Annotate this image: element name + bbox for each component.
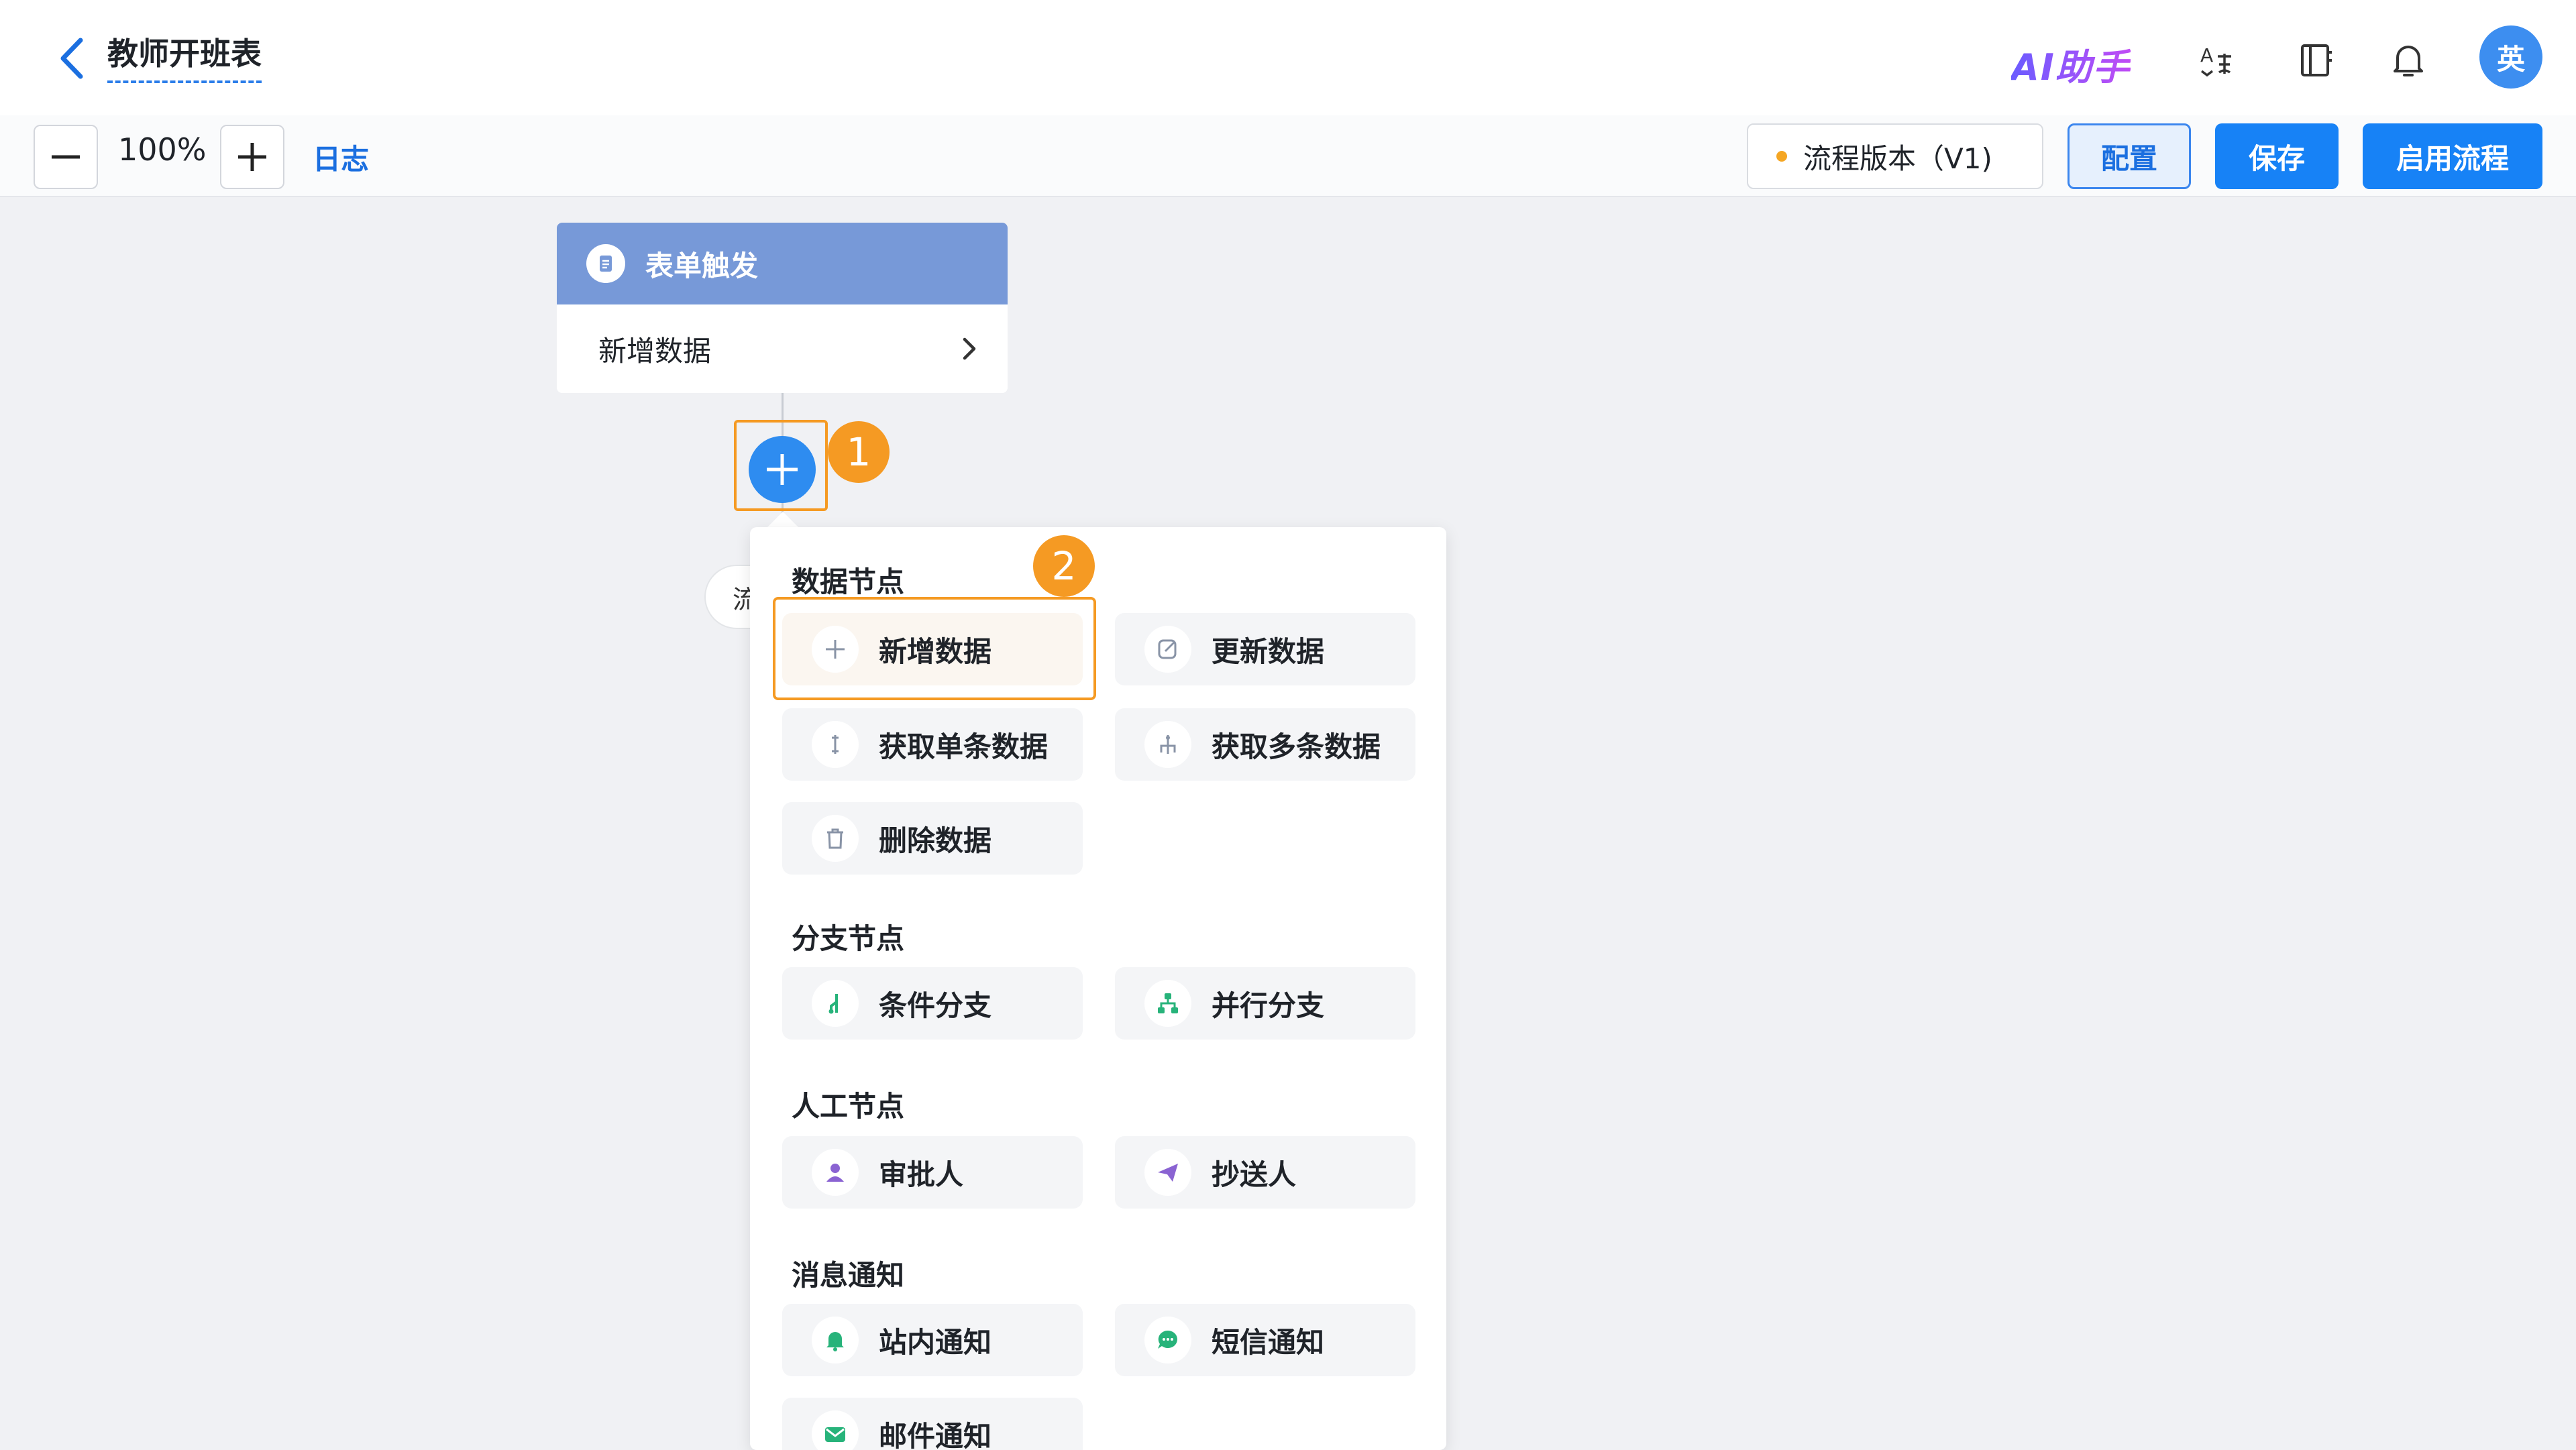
parallel-branch-icon (1144, 980, 1191, 1027)
app-header: 教师开班表 AI助手 A 英 (0, 0, 2576, 115)
menu-item-label: 获取多条数据 (1212, 730, 1381, 763)
menu-item-label: 获取单条数据 (879, 730, 1049, 763)
menu-item-get-multi-data[interactable]: 获取多条数据 (1115, 708, 1415, 781)
ai-assistant-button[interactable]: AI助手 (2011, 38, 2131, 91)
version-status-dot (1776, 151, 1787, 162)
menu-item-label: 并行分支 (1212, 989, 1325, 1022)
condition-branch-icon (812, 980, 859, 1027)
menu-item-label: 更新数据 (1212, 634, 1325, 668)
menu-item-cc[interactable]: 抄送人 (1115, 1136, 1415, 1209)
menu-item-label: 抄送人 (1212, 1158, 1297, 1191)
book-icon[interactable] (2293, 38, 2339, 83)
mail-icon (812, 1410, 859, 1450)
menu-item-sms-notify[interactable]: 短信通知 (1115, 1304, 1415, 1376)
page-title[interactable]: 教师开班表 (107, 30, 262, 83)
menu-item-label: 邮件通知 (879, 1419, 992, 1450)
toolbar: 100% 日志 流程版本（V1) 配置 保存 启用流程 (0, 115, 2576, 197)
highlight-frame-add-data (773, 597, 1096, 700)
config-button[interactable]: 配置 (2068, 123, 2191, 189)
zoom-level: 100% (118, 131, 207, 168)
section-title-manual: 人工节点 (792, 1090, 905, 1123)
add-node-button[interactable] (749, 436, 816, 503)
chat-icon (1144, 1317, 1191, 1363)
single-data-icon (812, 721, 859, 768)
trigger-action-label: 新增数据 (598, 334, 712, 368)
save-button[interactable]: 保存 (2215, 123, 2339, 189)
menu-item-delete-data[interactable]: 删除数据 (782, 802, 1083, 875)
menu-item-label: 短信通知 (1212, 1325, 1325, 1359)
send-icon (1144, 1149, 1191, 1196)
menu-item-get-single-data[interactable]: 获取单条数据 (782, 708, 1083, 781)
approver-icon (812, 1149, 859, 1196)
menu-item-site-notify[interactable]: 站内通知 (782, 1304, 1083, 1376)
multi-data-icon (1144, 721, 1191, 768)
minus-icon (52, 155, 80, 159)
trigger-node[interactable]: 表单触发 新增数据 (557, 223, 1008, 393)
menu-item-approver[interactable]: 审批人 (782, 1136, 1083, 1209)
step-badge-2: 2 (1033, 535, 1095, 597)
menu-item-mail-notify[interactable]: 邮件通知 (782, 1398, 1083, 1450)
menu-item-label: 审批人 (879, 1158, 964, 1191)
enable-flow-button[interactable]: 启用流程 (2363, 123, 2542, 189)
log-link[interactable]: 日志 (313, 137, 369, 178)
trigger-title: 表单触发 (645, 249, 759, 282)
bell-icon[interactable] (2385, 38, 2431, 83)
trigger-node-header: 表单触发 (557, 223, 1008, 304)
plus-icon (767, 454, 798, 485)
menu-item-condition-branch[interactable]: 条件分支 (782, 967, 1083, 1040)
trigger-action-row[interactable]: 新增数据 (557, 304, 1008, 393)
zoom-out-button[interactable] (34, 125, 98, 189)
menu-item-label: 条件分支 (879, 989, 992, 1022)
bell-icon (812, 1317, 859, 1363)
section-title-data: 数据节点 (792, 565, 905, 598)
menu-item-label: 站内通知 (879, 1325, 992, 1359)
avatar[interactable]: 英 (2479, 25, 2542, 89)
version-selector[interactable]: 流程版本（V1) (1747, 123, 2043, 189)
trash-icon (812, 815, 859, 862)
translate-icon[interactable]: A (2194, 38, 2239, 83)
chevron-right-icon (963, 337, 976, 360)
section-title-branch: 分支节点 (792, 922, 905, 955)
edit-icon (1144, 626, 1191, 673)
menu-item-parallel-branch[interactable]: 并行分支 (1115, 967, 1415, 1040)
menu-item-update-data[interactable]: 更新数据 (1115, 613, 1415, 685)
document-icon (586, 244, 625, 283)
zoom-in-button[interactable] (220, 125, 284, 189)
step-badge-1: 1 (828, 421, 890, 483)
chevron-left-icon[interactable] (52, 35, 90, 82)
section-title-notify: 消息通知 (792, 1259, 905, 1292)
menu-item-label: 删除数据 (879, 824, 992, 857)
svg-text:A: A (2200, 44, 2213, 66)
version-label: 流程版本（V1) (1803, 142, 1992, 175)
plus-icon (238, 143, 266, 171)
